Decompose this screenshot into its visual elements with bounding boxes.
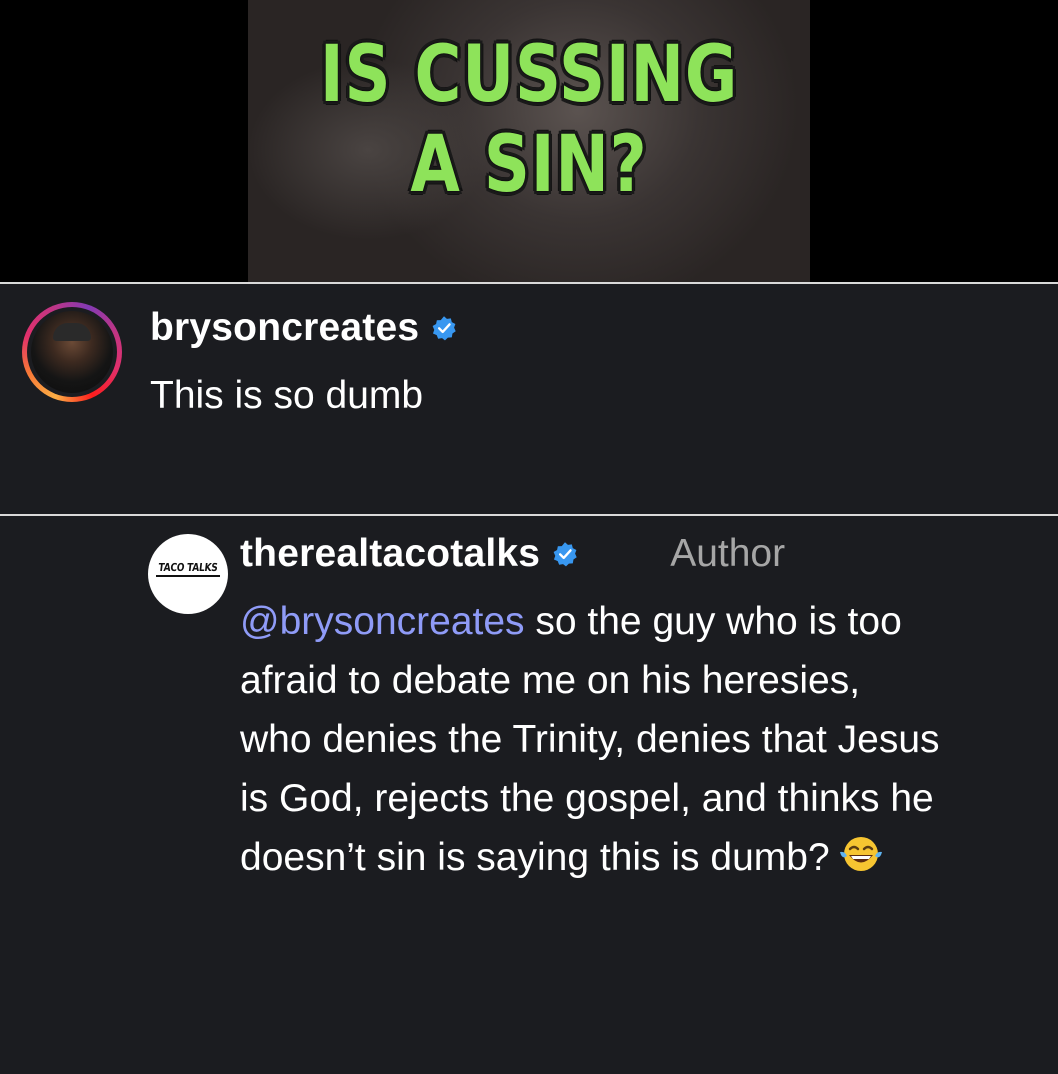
story-ring-avatar[interactable]: [22, 302, 122, 402]
mention-link[interactable]: @brysoncreates: [240, 600, 525, 643]
face-with-tears-of-joy-icon: [839, 837, 882, 871]
avatar: [31, 311, 113, 393]
comment-username[interactable]: therealtacotalks: [240, 532, 540, 576]
taco-talks-logo: TACO TALKS: [157, 561, 219, 574]
video-title-overlay: IS CUSSING A SIN?: [299, 30, 760, 210]
video-title-line-2: A SIN?: [410, 120, 648, 210]
avatar[interactable]: TACO TALKS: [148, 534, 228, 614]
video-thumbnail-area: IS CUSSING A SIN?: [0, 0, 1058, 282]
screenshot-collage: IS CUSSING A SIN? brysoncreates This is …: [0, 0, 1058, 1074]
comment-header: therealtacotalks Author: [240, 532, 785, 576]
video-thumbnail[interactable]: IS CUSSING A SIN?: [248, 0, 810, 282]
comment-text: @brysoncreates so the guy who is too afr…: [240, 592, 940, 887]
comment-username[interactable]: brysoncreates: [150, 306, 419, 350]
verified-badge-icon: [553, 542, 577, 567]
comment-text: This is so dumb: [150, 374, 424, 417]
logo-underline: [156, 575, 220, 577]
comment-card: TACO TALKS therealtacotalks Author @brys…: [0, 514, 1058, 1074]
author-badge: Author: [670, 532, 786, 575]
video-title-line-1: IS CUSSING: [319, 30, 739, 120]
comment-header: brysoncreates: [150, 306, 457, 350]
verified-badge-icon: [432, 316, 456, 341]
comment-card: brysoncreates This is so dumb: [0, 282, 1058, 514]
avatar-cap-shape: [53, 323, 91, 341]
